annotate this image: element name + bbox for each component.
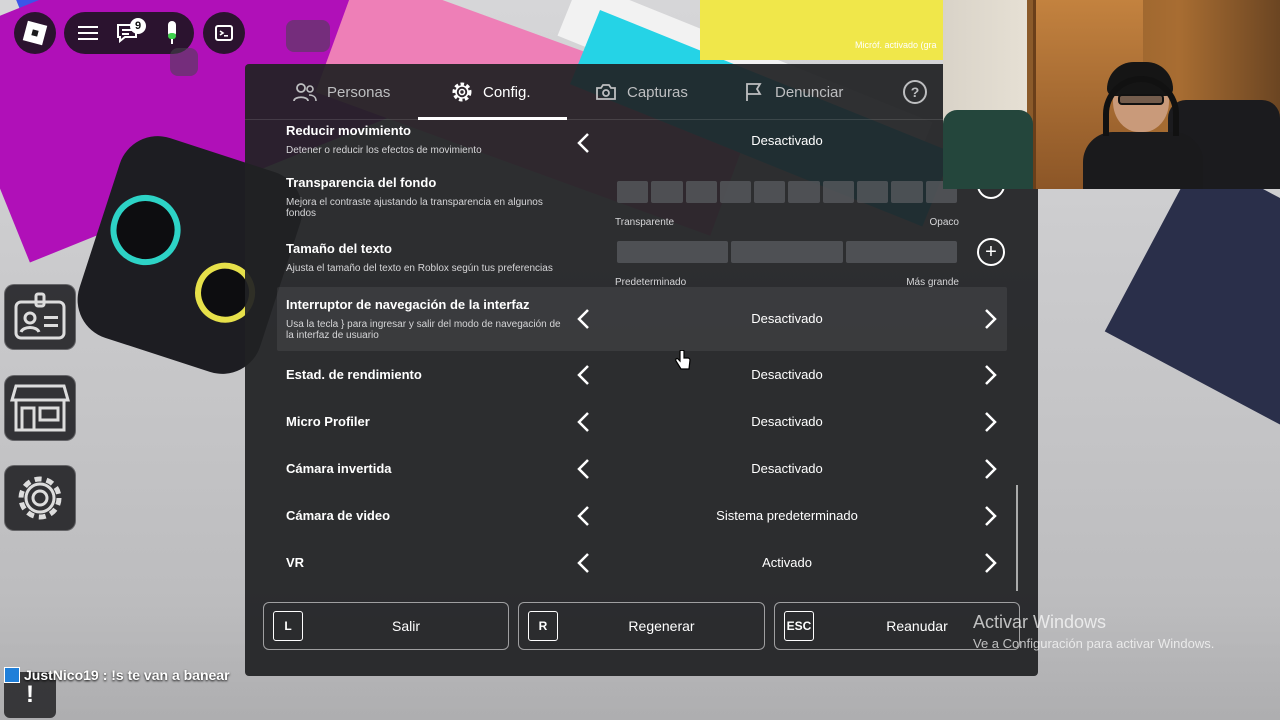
roblox-menu-button[interactable] — [14, 12, 56, 54]
webcam-glasses — [1118, 94, 1164, 105]
setting-label: Cámara de video — [286, 508, 391, 523]
tab-captures-label: Capturas — [627, 83, 688, 101]
setting-value: Desactivado — [751, 133, 823, 148]
key-hint: R — [528, 611, 558, 641]
avatar-editor-button[interactable] — [4, 284, 76, 350]
setting-value: Desactivado — [751, 311, 823, 326]
tab-report-label: Denunciar — [775, 83, 844, 101]
leave-button[interactable]: L Salir — [263, 602, 509, 650]
settings-button[interactable] — [4, 465, 76, 531]
tab-settings[interactable]: Config. — [451, 64, 531, 120]
slider-max-label: Opaco — [929, 217, 959, 228]
active-tab-indicator — [418, 117, 567, 120]
tab-people-label: Personas — [327, 83, 391, 101]
watermark-subtitle: Ve a Configuración para activar Windows. — [973, 636, 1215, 651]
scrollbar[interactable] — [1016, 485, 1018, 591]
key-hint: ESC — [784, 611, 814, 641]
setting-label: Reducir movimiento — [286, 123, 411, 138]
hand-cursor-icon — [675, 349, 691, 377]
game-stripe-yellow — [700, 0, 960, 60]
setting-label: Cámara invertida — [286, 461, 392, 476]
mic-status-text: Micróf. activado (gra — [855, 40, 937, 50]
gear-icon — [452, 82, 472, 102]
setting-value: Sistema predeterminado — [716, 508, 858, 523]
setting-video-camera: Cámara de video Sistema predeterminado — [277, 496, 1007, 536]
people-icon — [293, 83, 317, 102]
tab-settings-label: Config. — [483, 83, 531, 101]
watermark-title: Activar Windows — [973, 612, 1107, 632]
setting-vr: VR Activado — [277, 543, 1007, 583]
help-icon: ? — [910, 84, 920, 100]
console-button[interactable] — [203, 12, 245, 54]
setting-label: VR — [286, 555, 305, 570]
chevron-right-icon[interactable] — [979, 453, 1003, 485]
gear-icon — [18, 476, 62, 520]
setting-description: Usa la tecla } para ingresar y salir del… — [286, 319, 561, 341]
setting-label: Tamaño del texto — [286, 241, 392, 256]
chevron-right-icon[interactable] — [979, 547, 1003, 579]
shop-icon — [10, 384, 70, 432]
chat-username: JustNico19 — [24, 667, 99, 683]
chat-message: JustNico19 : !s te van a banear — [4, 667, 230, 683]
setting-value: Desactivado — [751, 461, 823, 476]
setting-label: Transparencia del fondo — [286, 175, 437, 190]
setting-value: Desactivado — [751, 367, 823, 382]
tab-captures[interactable]: Capturas — [595, 64, 688, 120]
transparency-slider[interactable] — [617, 181, 957, 203]
chevron-right-icon[interactable] — [979, 500, 1003, 532]
windows-activation-watermark: Activar Windows Ve a Configuración para … — [973, 612, 1214, 651]
exclamation-icon: ! — [26, 681, 34, 708]
settings-menu: Personas Config. Capturas Denunciar ? Re… — [245, 64, 1038, 676]
webcam-couch — [943, 110, 1033, 189]
setting-label: Interruptor de navegación de la interfaz — [286, 297, 530, 312]
chat-text: : !s te van a banear — [102, 667, 230, 683]
setting-bg-transparency: Transparencia del fondo Mejora el contra… — [277, 169, 1007, 228]
setting-ui-nav-toggle[interactable]: Interruptor de navegación de la interfaz… — [277, 287, 1007, 351]
webcam-overlay — [943, 0, 1280, 189]
shop-button[interactable] — [4, 375, 76, 441]
game-panel — [1104, 154, 1280, 426]
setting-value: Desactivado — [751, 414, 823, 429]
key-hint: L — [273, 611, 303, 641]
setting-label: Micro Profiler — [286, 414, 370, 429]
leave-label: Salir — [391, 618, 420, 634]
menu-tabs: Personas Config. Capturas Denunciar ? — [245, 64, 1038, 120]
voice-indicator-icon — [286, 20, 330, 52]
setting-micro-profiler: Micro Profiler Desactivado — [277, 402, 1007, 442]
chat-user-icon — [4, 667, 20, 683]
setting-description: Detener o reducir los efectos de movimie… — [286, 145, 482, 156]
console-icon — [215, 25, 233, 41]
reset-button[interactable]: R Regenerar — [518, 602, 765, 650]
help-button[interactable]: ? — [903, 80, 927, 104]
setting-perf-stats: Estad. de rendimiento Desactivado — [277, 355, 1007, 395]
chevron-right-icon[interactable] — [979, 303, 1003, 335]
setting-value: Activado — [762, 555, 812, 570]
settings-list[interactable]: Reducir movimiento Detener o reducir los… — [245, 121, 1038, 591]
flag-icon — [746, 83, 762, 101]
voice-indicator-icon — [170, 48, 198, 76]
camera-icon — [596, 84, 616, 100]
hamburger-icon[interactable] — [70, 12, 106, 54]
webcam-person-body — [1083, 132, 1203, 189]
text-size-slider[interactable] — [617, 241, 957, 263]
plus-icon[interactable]: + — [977, 238, 1005, 266]
chat-button[interactable]: 9 — [110, 12, 146, 54]
chevron-right-icon[interactable] — [979, 359, 1003, 391]
setting-inverted-camera: Cámara invertida Desactivado — [277, 449, 1007, 489]
id-card-icon — [14, 292, 66, 340]
chevron-right-icon[interactable] — [979, 406, 1003, 438]
setting-label: Estad. de rendimiento — [286, 367, 422, 382]
setting-reduce-motion: Reducir movimiento Detener o reducir los… — [277, 121, 1007, 167]
setting-description: Ajusta el tamaño del texto en Roblox seg… — [286, 263, 553, 274]
roblox-logo-icon — [22, 20, 48, 46]
tab-people[interactable]: Personas — [293, 64, 390, 120]
setting-description: Mejora el contraste ajustando la transpa… — [286, 197, 543, 219]
reset-label: Regenerar — [628, 618, 695, 634]
slider-min-label: Transparente — [615, 217, 675, 228]
chat-badge: 9 — [130, 18, 146, 34]
tab-report[interactable]: Denunciar — [743, 64, 843, 120]
setting-text-size: Tamaño del texto Ajusta el tamaño del te… — [277, 233, 1007, 291]
